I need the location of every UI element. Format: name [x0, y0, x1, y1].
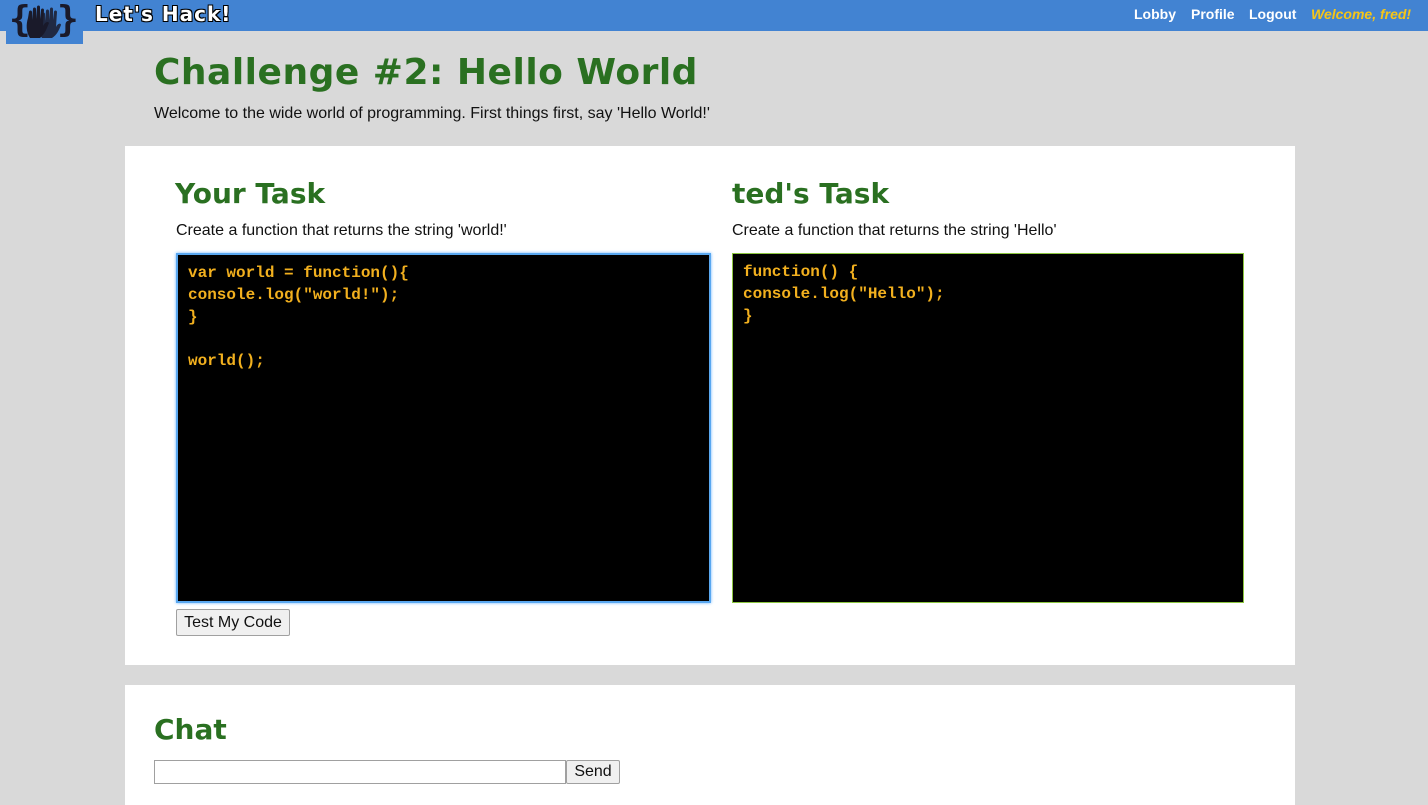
brand-title[interactable]: Let's Hack!: [95, 2, 231, 26]
chat-title: Chat: [154, 713, 227, 746]
challenge-description: Welcome to the wide world of programming…: [154, 105, 710, 122]
logo-right-brace: }: [57, 0, 79, 40]
welcome-message: Welcome, fred!: [1311, 6, 1412, 22]
partner-code-viewer: function() { console.log("Hello"); }: [732, 253, 1244, 603]
my-task-description: Create a function that returns the strin…: [176, 222, 507, 239]
page-title: Challenge #2: Hello World: [154, 52, 698, 93]
partner-task-description: Create a function that returns the strin…: [732, 222, 1057, 239]
partner-task-title: ted's Task: [732, 177, 890, 210]
my-task-title: Your Task: [175, 177, 326, 210]
test-my-code-button[interactable]: Test My Code: [176, 609, 290, 636]
nav-logout[interactable]: Logout: [1249, 6, 1296, 22]
nav-lobby[interactable]: Lobby: [1134, 6, 1176, 22]
send-button[interactable]: Send: [566, 760, 620, 784]
nav-profile[interactable]: Profile: [1191, 6, 1235, 22]
chat-input[interactable]: [154, 760, 566, 784]
my-code-editor[interactable]: var world = function(){ console.log("wor…: [176, 253, 711, 603]
task-panel: Your Task Create a function that returns…: [125, 146, 1295, 665]
chat-panel: Chat Send: [125, 685, 1295, 805]
logo[interactable]: { }: [6, 0, 83, 44]
